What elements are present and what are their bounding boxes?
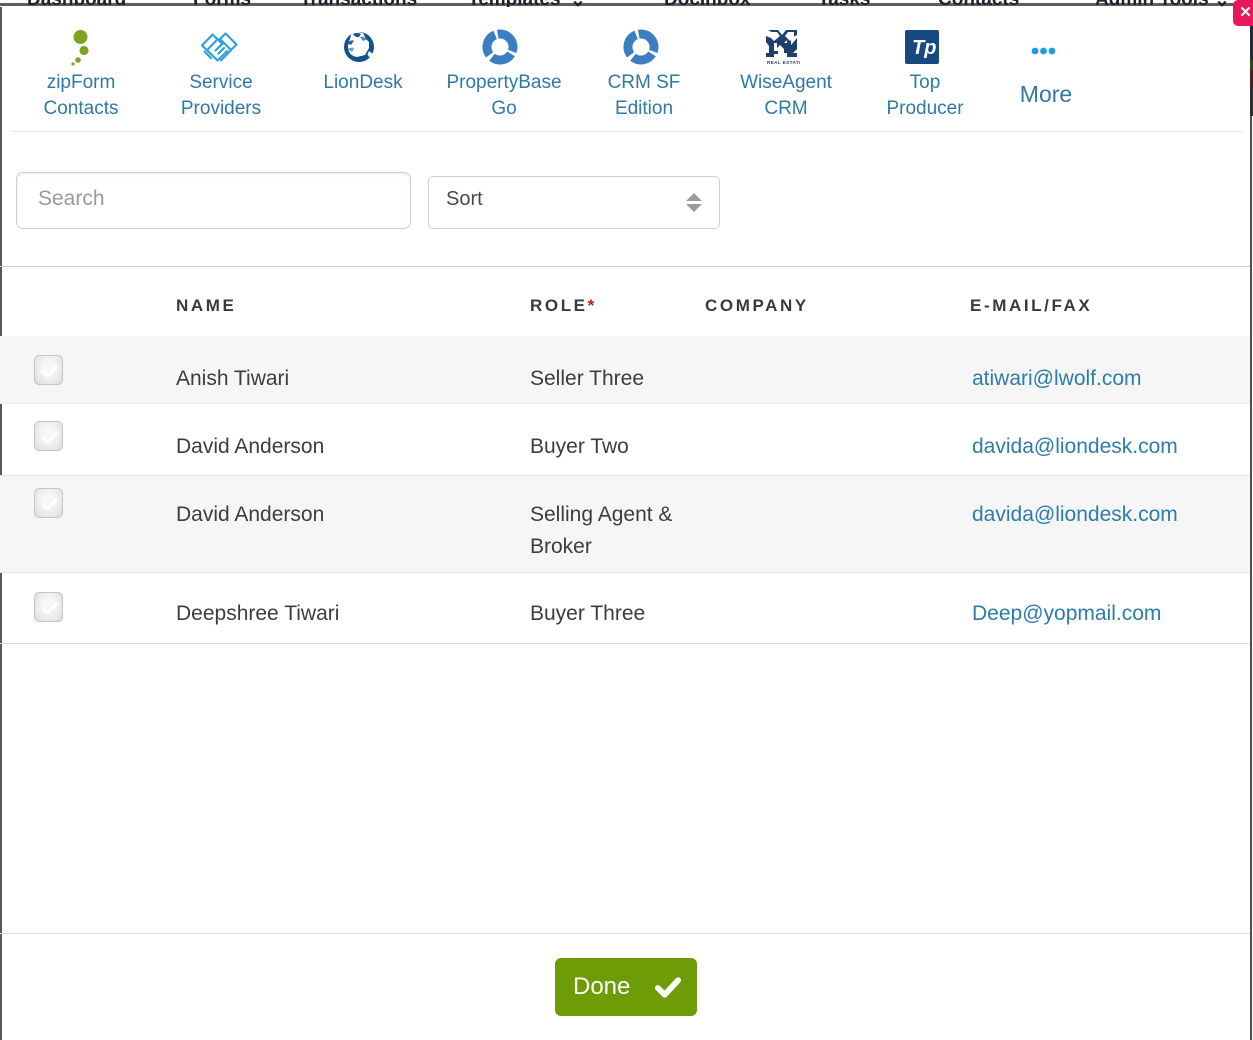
- svg-text:Tp: Tp: [912, 37, 936, 59]
- svg-text:REAL ESTATE: REAL ESTATE: [767, 60, 800, 65]
